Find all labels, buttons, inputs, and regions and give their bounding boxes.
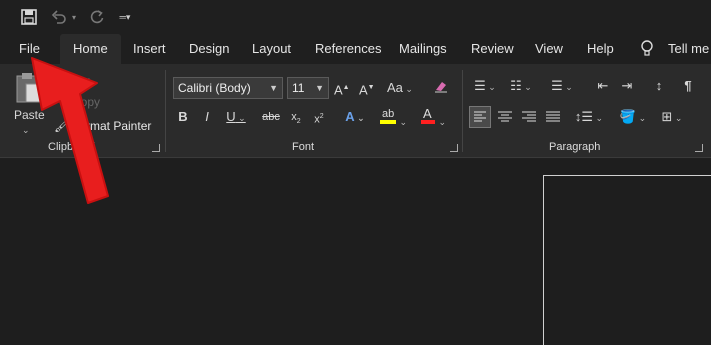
clipboard-launcher-icon[interactable] — [152, 144, 160, 152]
grow-font-icon[interactable]: A▲ — [334, 78, 350, 98]
subscript-icon[interactable]: x2 — [288, 107, 304, 127]
group-divider — [462, 70, 463, 152]
format-painter-icon[interactable]: 🖌 — [54, 116, 69, 136]
document-page[interactable] — [543, 175, 711, 345]
tab-references[interactable]: References — [315, 34, 381, 64]
superscript-icon[interactable]: x2 — [311, 107, 327, 127]
tab-mailings[interactable]: Mailings — [399, 34, 447, 64]
customize-qat-icon[interactable]: ═▾ — [118, 7, 132, 27]
text-effects-icon[interactable]: A ⌄ — [340, 107, 370, 127]
tab-insert[interactable]: Insert — [133, 34, 166, 64]
font-launcher-icon[interactable] — [450, 144, 458, 152]
align-right-icon[interactable] — [519, 107, 539, 127]
clipboard-group-label: Clipboard — [48, 141, 96, 153]
justify-icon[interactable] — [543, 107, 563, 127]
borders-icon[interactable]: ⊞ ⌄ — [657, 107, 687, 127]
tab-review[interactable]: Review — [471, 34, 514, 64]
tab-home[interactable]: Home — [60, 34, 121, 64]
ribbon-tabs: File Home Insert Design Layout Reference… — [0, 34, 711, 64]
align-center-icon[interactable] — [495, 107, 515, 127]
redo-icon[interactable] — [88, 7, 106, 27]
paragraph-group-label: Paragraph — [549, 141, 601, 153]
underline-icon[interactable]: U ⌄ — [224, 107, 248, 127]
paste-icon[interactable] — [14, 72, 44, 104]
tab-view[interactable]: View — [535, 34, 563, 64]
font-color-icon[interactable]: A ⌄ — [418, 105, 448, 127]
font-size-select[interactable]: 11 ▼ — [287, 77, 329, 99]
copy-button[interactable]: Copy — [72, 92, 100, 112]
shrink-font-icon[interactable]: A▼ — [359, 78, 375, 98]
cut-button[interactable]: Cut — [72, 72, 91, 92]
svg-text:ab: ab — [382, 108, 394, 120]
quick-access-toolbar: ▾ ═▾ — [0, 0, 711, 34]
sort-icon[interactable]: ↕ — [651, 76, 667, 96]
ribbon-home: Paste ⌄ Cut Copy 🖌 Format Painter Clipbo… — [0, 64, 711, 158]
highlight-color-icon[interactable]: ab ⌄ — [378, 105, 408, 127]
chevron-down-icon: ▼ — [315, 83, 324, 93]
italic-icon[interactable]: I — [200, 107, 214, 127]
tab-file[interactable]: File — [19, 34, 40, 64]
save-icon[interactable] — [20, 7, 38, 27]
increase-indent-icon[interactable]: ⇥ — [618, 76, 636, 96]
font-group-label: Font — [292, 141, 315, 153]
shading-icon[interactable]: 🪣 ⌄ — [618, 107, 648, 127]
strikethrough-icon[interactable]: abc — [261, 107, 281, 127]
clear-formatting-icon[interactable] — [432, 78, 450, 98]
paragraph-launcher-icon[interactable] — [695, 144, 703, 152]
tab-design[interactable]: Design — [189, 34, 229, 64]
tab-help[interactable]: Help — [587, 34, 614, 64]
undo-dropdown-icon[interactable]: ▾ — [70, 7, 78, 27]
multilevel-list-icon[interactable]: ☰ ⌄ — [546, 76, 578, 96]
line-spacing-icon[interactable]: ↕☰ ⌄ — [574, 107, 604, 127]
align-left-icon[interactable] — [469, 106, 491, 128]
decrease-indent-icon[interactable]: ⇤ — [594, 76, 612, 96]
tell-me-search[interactable]: Tell me v — [668, 34, 711, 64]
lightbulb-icon[interactable] — [640, 34, 654, 64]
bullets-icon[interactable]: ☰ ⌄ — [471, 76, 499, 96]
format-painter-button[interactable]: Format Painter — [72, 116, 151, 136]
font-family-value: Calibri (Body) — [178, 81, 251, 95]
bold-icon[interactable]: B — [176, 107, 190, 127]
font-family-select[interactable]: Calibri (Body) ▼ — [173, 77, 283, 99]
group-divider — [165, 70, 166, 152]
chevron-down-icon: ▼ — [269, 83, 278, 93]
numbering-icon[interactable]: ☷ ⌄ — [507, 76, 535, 96]
paste-dropdown-icon[interactable]: ⌄ — [22, 120, 30, 140]
svg-text:A: A — [423, 106, 432, 121]
font-size-value: 11 — [292, 81, 305, 95]
undo-icon[interactable] — [50, 7, 68, 27]
change-case-icon[interactable]: Aa ⌄ — [386, 78, 414, 98]
tab-layout[interactable]: Layout — [252, 34, 291, 64]
show-formatting-marks-icon[interactable]: ¶ — [681, 76, 695, 96]
